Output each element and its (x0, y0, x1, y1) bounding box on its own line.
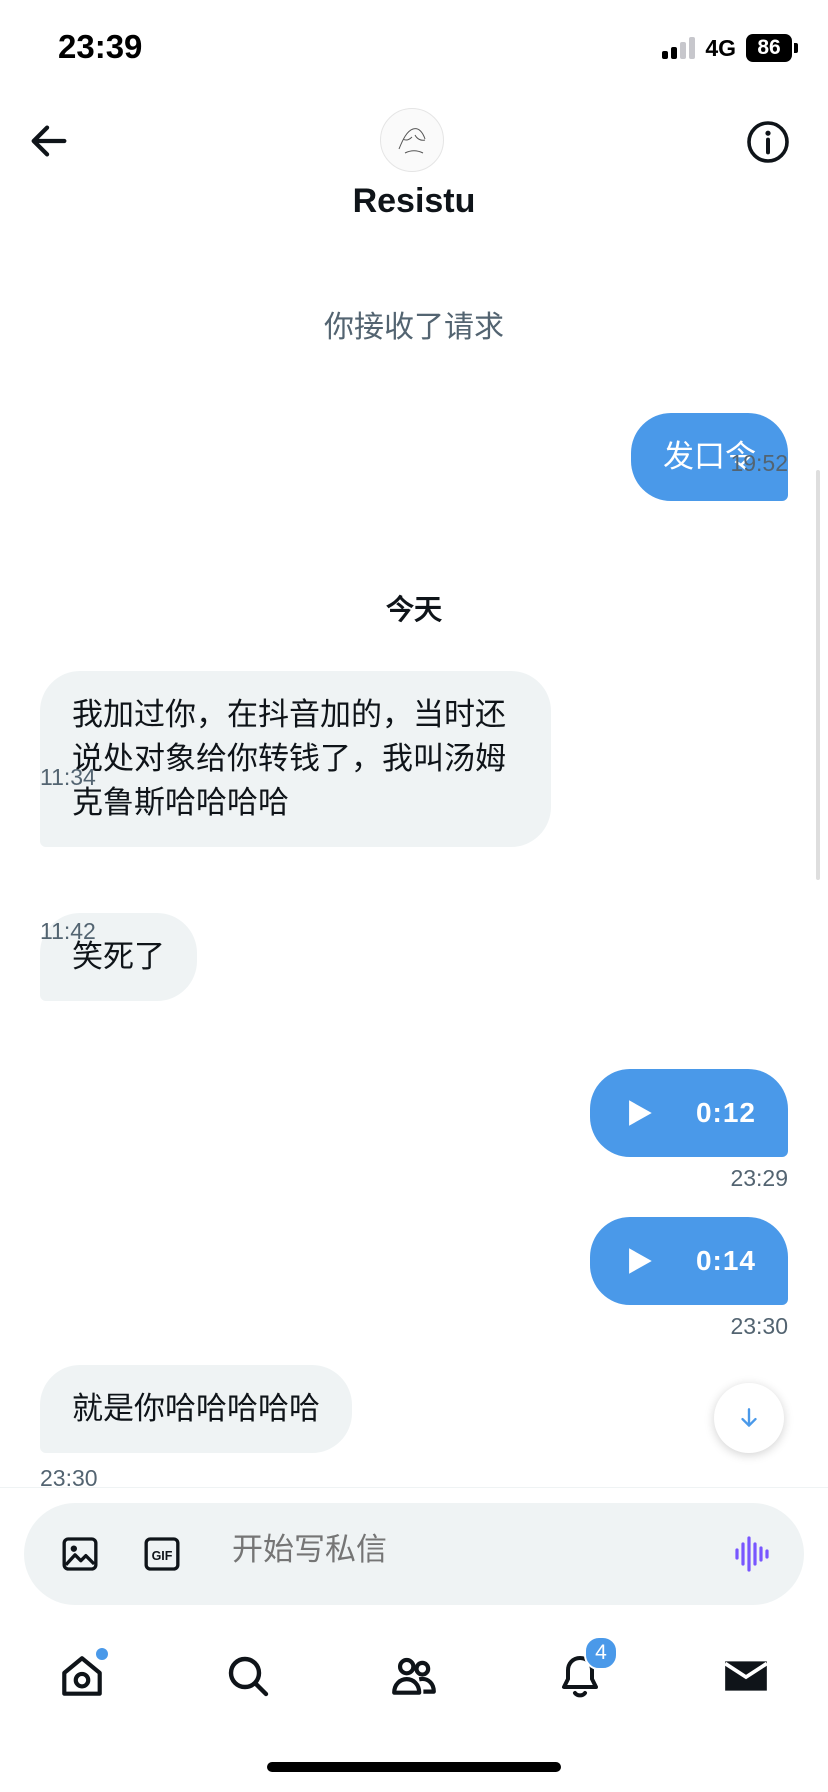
day-divider: 今天 (385, 594, 442, 625)
attach-gif-button[interactable]: GIF (142, 1534, 182, 1579)
status-time: 23:39 (58, 28, 143, 65)
attach-image-button[interactable] (60, 1534, 100, 1579)
scroll-to-bottom-button[interactable] (714, 1383, 784, 1453)
tab-communities[interactable] (386, 1648, 442, 1704)
notification-badge: 4 (584, 1636, 618, 1670)
tab-search[interactable] (220, 1648, 276, 1704)
message-list[interactable]: 你接收了请求 发口令 19:52 今天 我加过你，在抖音加的，当时还说处对象给你… (0, 230, 828, 1488)
conversation-title[interactable]: Resistu (0, 182, 828, 221)
communities-icon (392, 1657, 436, 1695)
message-input[interactable] (230, 1531, 684, 1569)
back-button[interactable] (26, 118, 72, 164)
unread-dot (96, 1648, 108, 1660)
battery-icon: 86 (746, 34, 798, 62)
voice-duration: 0:14 (695, 1245, 756, 1276)
composer-divider (0, 1487, 828, 1488)
tab-home[interactable] (54, 1648, 110, 1704)
voice-message-outgoing[interactable]: 0:14 (589, 1217, 788, 1305)
message-timestamp: 23:29 (730, 1165, 788, 1191)
message-timestamp: 23:30 (730, 1313, 788, 1339)
tab-messages[interactable] (718, 1648, 774, 1704)
home-indicator (267, 1762, 561, 1772)
play-icon[interactable] (622, 1244, 656, 1278)
search-icon (228, 1656, 269, 1697)
voice-message-outgoing[interactable]: 0:12 (589, 1069, 788, 1157)
info-button[interactable] (744, 118, 792, 166)
message-bubble-incoming[interactable]: 我加过你，在抖音加的，当时还说处对象给你转钱了，我叫汤姆克鲁斯哈哈哈哈 (40, 671, 551, 847)
arrow-left-icon (31, 125, 67, 157)
avatar[interactable] (380, 108, 444, 172)
message-bubble-incoming[interactable]: 就是你哈哈哈哈哈 (40, 1365, 352, 1453)
image-icon (62, 1537, 98, 1571)
gif-icon: GIF (144, 1537, 180, 1571)
status-bar: 23:39 4G 86 (0, 0, 828, 100)
message-timestamp: 11:42 (40, 918, 96, 944)
message-timestamp: 23:30 (40, 1465, 98, 1488)
message-composer: GIF (24, 1503, 804, 1605)
message-timestamp: 19:52 (730, 450, 788, 476)
record-voice-button[interactable] (734, 1534, 770, 1579)
mail-icon (724, 1661, 768, 1691)
conversation-header: Resistu (0, 100, 828, 230)
voice-wave-icon (735, 1536, 769, 1572)
bottom-tab-bar: 4 (0, 1612, 828, 1732)
play-icon[interactable] (622, 1096, 656, 1130)
request-accepted-notice: 你接收了请求 (324, 311, 504, 344)
status-indicators: 4G 86 (662, 34, 798, 62)
signal-icon (662, 37, 696, 59)
battery-level: 86 (746, 34, 792, 62)
tab-notifications[interactable]: 4 (552, 1636, 618, 1704)
voice-duration: 0:12 (695, 1097, 756, 1128)
scrollbar[interactable] (816, 470, 820, 880)
network-type: 4G (705, 34, 736, 61)
message-timestamp: 11:34 (40, 764, 96, 790)
info-icon (747, 121, 789, 163)
arrow-down-icon (741, 1408, 757, 1427)
gif-label: GIF (152, 1549, 173, 1563)
